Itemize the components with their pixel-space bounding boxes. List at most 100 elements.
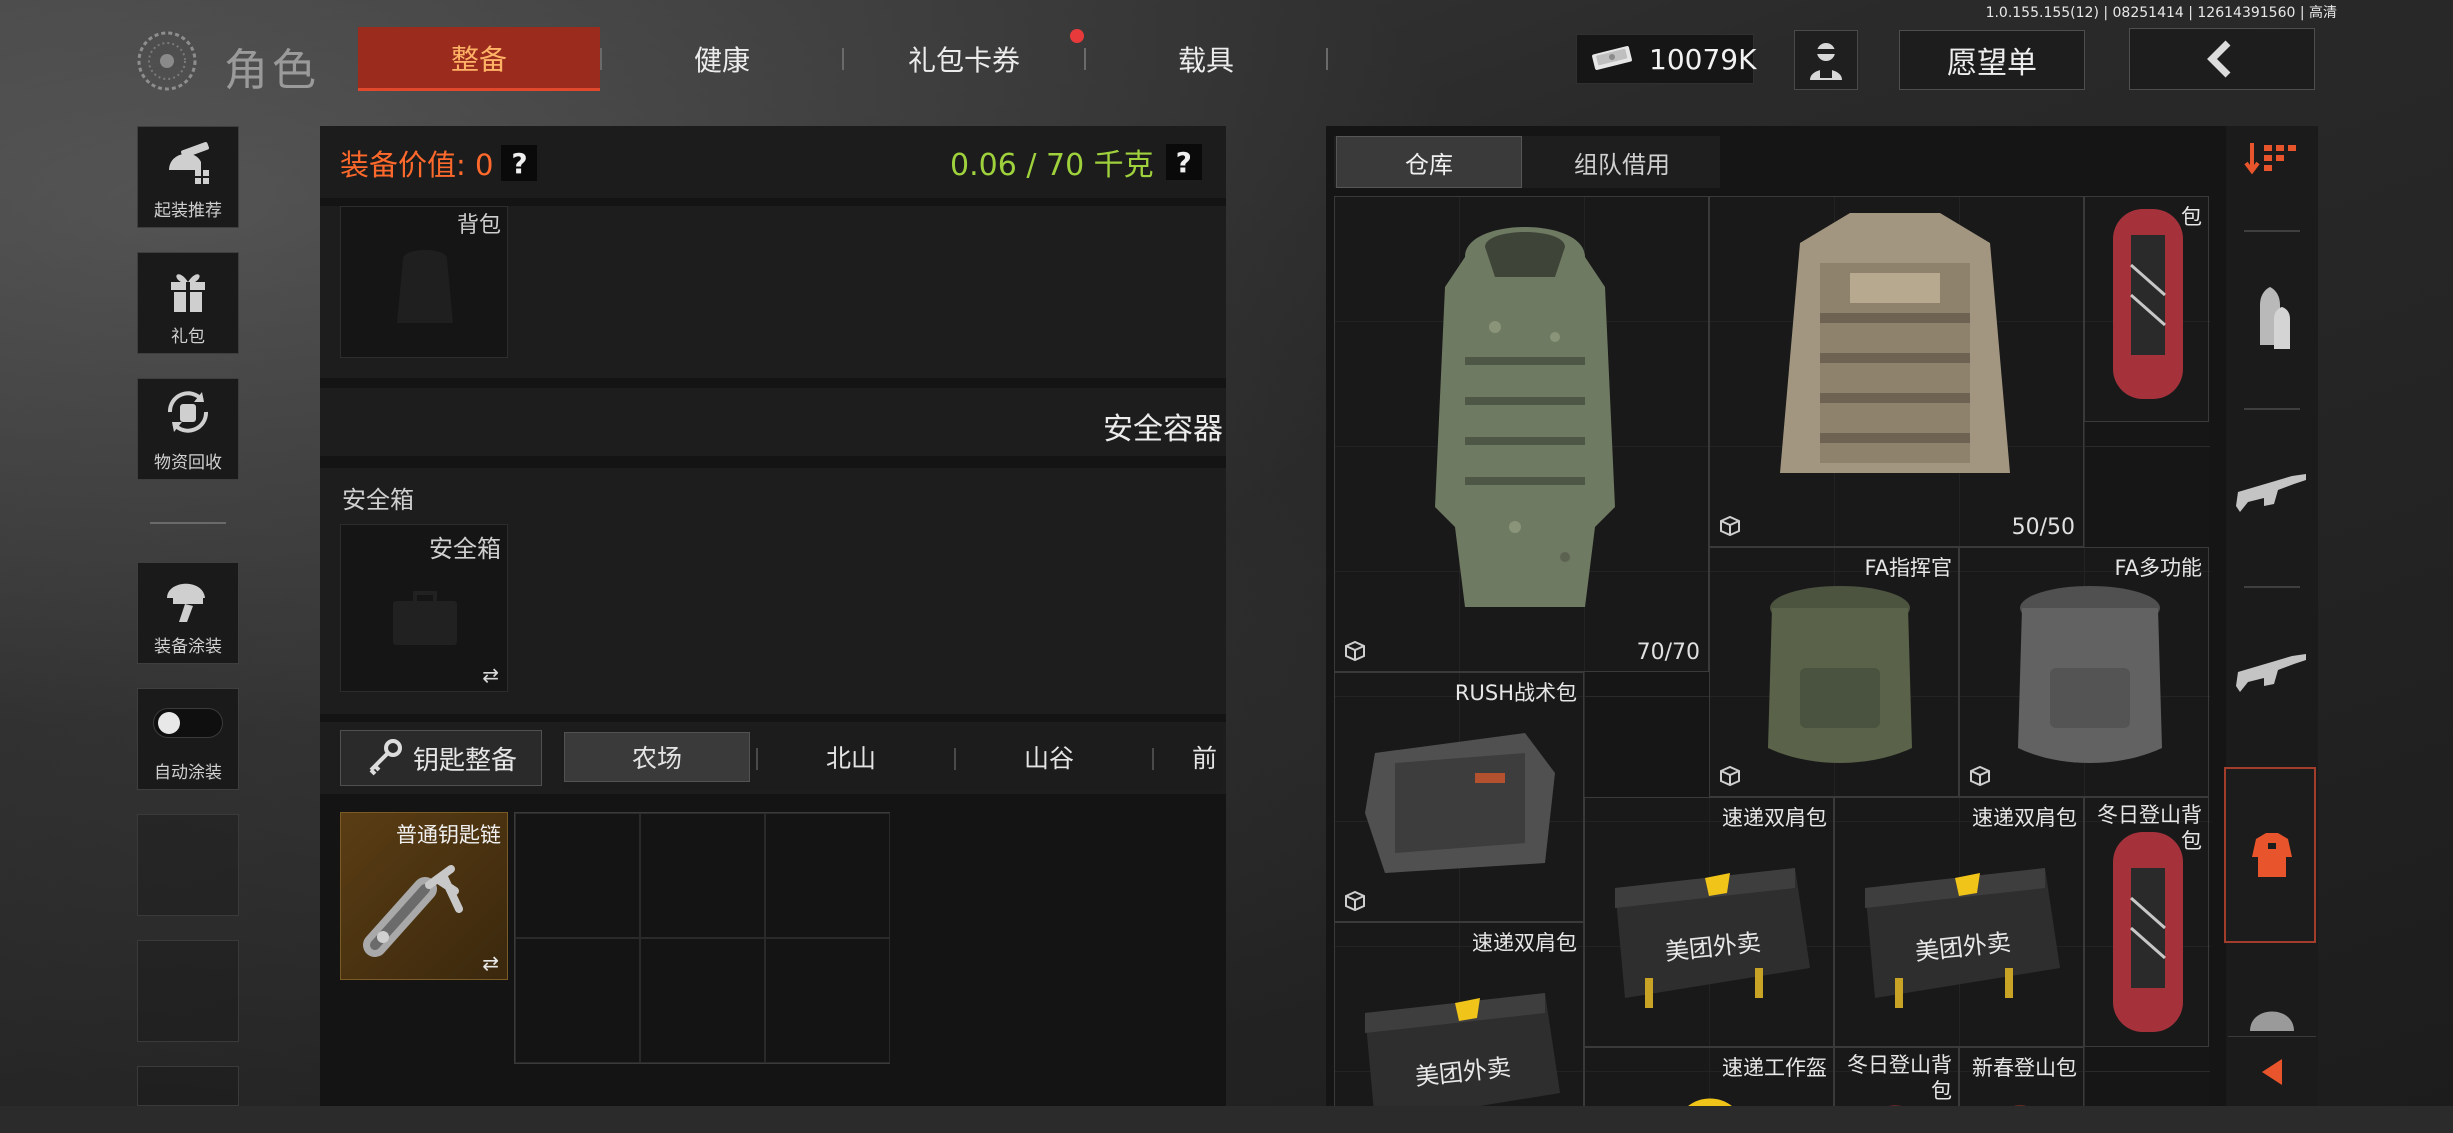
fa-multipurpose-pack[interactable]: FA多功能: [1959, 547, 2209, 797]
key-grid-cell[interactable]: [765, 938, 890, 1063]
plate-carrier-tan[interactable]: 50/50: [1709, 196, 2084, 547]
key-icon: [369, 739, 402, 776]
sort-icon[interactable]: [2226, 136, 2318, 182]
back-button[interactable]: [2129, 28, 2315, 90]
page-title: 角色: [224, 45, 320, 96]
box-icon: [1345, 890, 1365, 912]
arrow-left-icon: [2262, 1059, 2282, 1085]
slot-label: 安全箱: [429, 535, 501, 563]
toggle-icon[interactable]: [153, 708, 223, 738]
category-divider: [2244, 230, 2300, 232]
winter-mountain-backpack[interactable]: 冬日登山背包: [2084, 797, 2209, 1047]
currency-display[interactable]: 10079K: [1576, 34, 1756, 84]
swap-icon[interactable]: ⇄: [482, 951, 499, 975]
key-grid-cell[interactable]: [765, 813, 890, 938]
version-text: 1.0.155.155(12) | 08251414 | 12614391560…: [1985, 5, 2337, 21]
avatar[interactable]: [1794, 30, 1858, 90]
winter-mountain-pack[interactable]: 包: [2084, 196, 2209, 422]
delivery-backpack[interactable]: 速递双肩包 美团外卖: [1334, 922, 1584, 1106]
tab-label: 仓库: [1405, 150, 1453, 179]
delivery-backpack[interactable]: 速递双肩包 美团外卖: [1584, 797, 1834, 1047]
slot-label: 背包: [456, 213, 501, 238]
key-grid-cell[interactable]: [515, 938, 640, 1063]
key-equip-button[interactable]: 钥匙整备: [340, 730, 542, 786]
sidebar-item-label: 物资回收: [154, 453, 222, 473]
weight-display: 0.06 / 70 千克 ?: [950, 140, 1202, 184]
ammo-icon: [2260, 287, 2290, 349]
map-tab-label: 前: [1192, 744, 1218, 773]
helmet-gun-icon: [169, 142, 209, 184]
map-tab-more[interactable]: 前: [1192, 732, 1222, 782]
map-tab-valley[interactable]: 山谷: [956, 732, 1142, 782]
red-backpack-icon: [2113, 832, 2183, 1032]
map-tab-north-mountain[interactable]: 北山: [758, 732, 944, 782]
key-grid-cell[interactable]: [515, 813, 640, 938]
help-icon[interactable]: ?: [1165, 144, 1202, 180]
safe-box-slot[interactable]: 安全箱 ⇄: [340, 524, 508, 692]
delivery-work-helmet[interactable]: 速递工作盔: [1584, 1047, 1834, 1106]
keychain-icon: [363, 865, 463, 957]
swap-icon[interactable]: ⇄: [482, 663, 499, 687]
fa-commander-pack[interactable]: FA指挥官: [1709, 547, 1959, 797]
tab-health[interactable]: 健康: [602, 27, 842, 91]
rifle-icon: [2236, 474, 2306, 512]
tab-gift-cards[interactable]: 礼包卡券: [844, 27, 1084, 91]
gift-pack-button[interactable]: 礼包: [137, 252, 239, 354]
tab-team-borrow[interactable]: 组队借用: [1526, 136, 1718, 188]
gold-red-backpack-icon: [2014, 1105, 2026, 1106]
winter-mountain-backpack[interactable]: 冬日登山背包: [1834, 1047, 1959, 1106]
briefcase-silhouette-icon: [393, 591, 457, 645]
category-divider: [2244, 586, 2300, 588]
recommended-loadout-button[interactable]: 起装推荐: [137, 126, 239, 228]
tab-divider: [1326, 48, 1328, 70]
key-grid-cell[interactable]: [640, 813, 765, 938]
collapse-button[interactable]: [2228, 1036, 2316, 1106]
paint-helmet-icon: [167, 583, 205, 622]
empty-slot: [137, 814, 239, 916]
delivery-box-icon: 美团外卖: [1615, 868, 1810, 1008]
tab-equip[interactable]: 整备: [358, 27, 600, 91]
gray-duffel-icon: [1365, 733, 1555, 873]
camo-vest-icon: [1435, 227, 1615, 607]
map-tab-label: 农场: [631, 744, 682, 773]
backpack-category[interactable]: [2226, 810, 2318, 900]
equipment-value-label: 装备价值: 0: [340, 148, 494, 182]
category-bar: [2226, 126, 2318, 1106]
delivery-box-icon: 美团外卖: [1865, 868, 2060, 1008]
tab-label: 组队借用: [1574, 150, 1670, 179]
item-name: 新春登山包: [1972, 1056, 2077, 1080]
gray-sack-icon: [2018, 586, 2162, 763]
box-icon: [1720, 765, 1740, 787]
item-name: 速递双肩包: [1972, 806, 2077, 830]
green-sack-icon: [1768, 586, 1912, 763]
item-name: RUSH战术包: [1454, 681, 1577, 705]
tab-vehicle[interactable]: 载具: [1086, 27, 1326, 91]
backpack-slot[interactable]: 背包: [340, 206, 508, 358]
equipment-paint-button[interactable]: 装备涂装: [137, 562, 239, 664]
sidebar-item-label: 装备涂装: [154, 637, 222, 657]
rush-tactical-pack[interactable]: RUSH战术包: [1334, 672, 1584, 922]
cash-icon: [1591, 42, 1635, 76]
tab-label: 礼包卡券: [907, 44, 1020, 77]
rifle-icon: [2236, 654, 2306, 692]
auto-paint-toggle[interactable]: 自动涂装: [137, 688, 239, 790]
recycle-button[interactable]: 物资回收: [137, 378, 239, 480]
key-grid-cell[interactable]: [640, 938, 765, 1063]
spring-mountain-pack[interactable]: 新春登山包: [1959, 1047, 2084, 1106]
delivery-backpack[interactable]: 速递双肩包 美团外卖: [1834, 797, 2084, 1047]
helmet-category[interactable]: [2226, 996, 2318, 1036]
help-icon[interactable]: ?: [501, 145, 538, 181]
rifle-category[interactable]: [2226, 450, 2318, 540]
keychain-slot[interactable]: 普通钥匙链 ⇄: [340, 812, 508, 980]
map-tab-label: 北山: [825, 744, 876, 773]
wishlist-button[interactable]: 愿望单: [1899, 30, 2085, 90]
secure-container-bar: [320, 388, 1226, 456]
tab-label: 健康: [693, 44, 750, 77]
recycle-icon: [167, 391, 209, 433]
tab-warehouse[interactable]: 仓库: [1336, 136, 1522, 188]
rifle-category[interactable]: [2226, 630, 2318, 720]
map-tab-farm[interactable]: 农场: [564, 732, 750, 782]
character-logo-icon: [136, 30, 206, 92]
ammo-category[interactable]: [2226, 280, 2318, 360]
body-armor-camo[interactable]: 70/70: [1334, 196, 1709, 672]
